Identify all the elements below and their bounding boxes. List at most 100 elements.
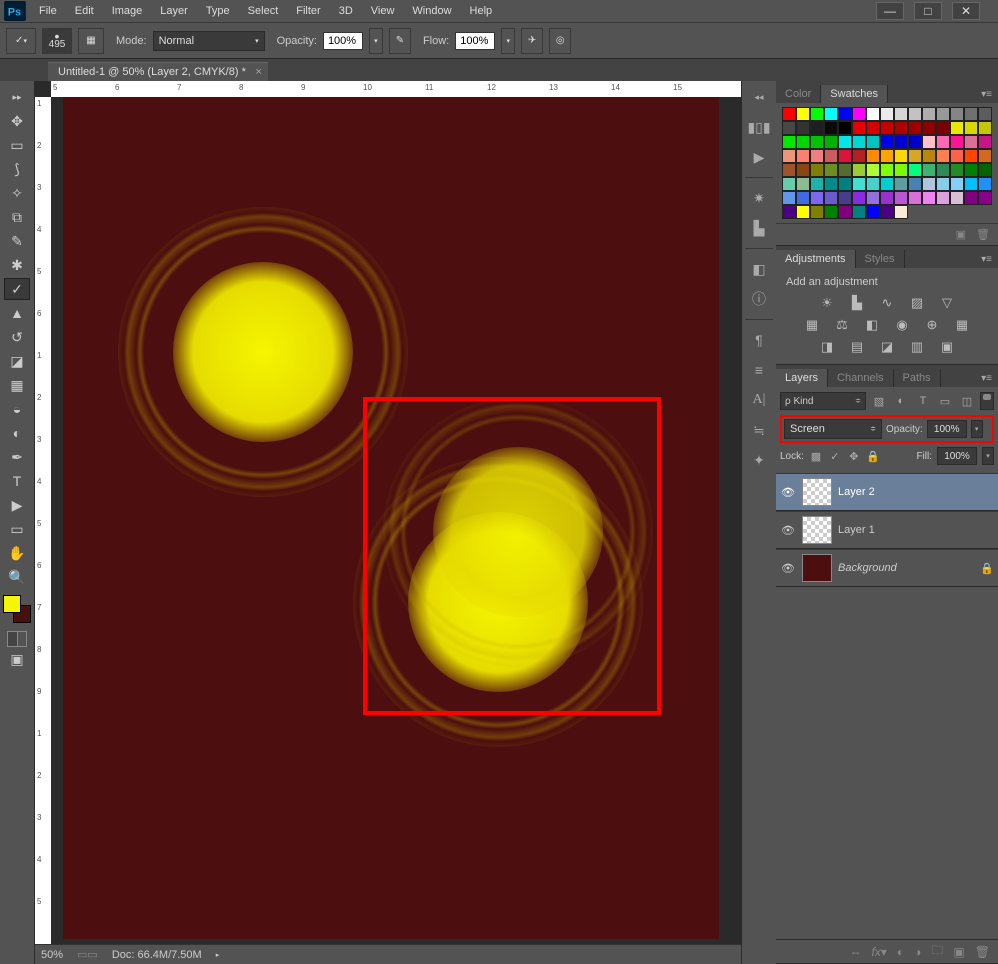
layer-fx-icon[interactable]: fx▾ bbox=[872, 945, 887, 959]
navigator-icon[interactable]: ▭▭ bbox=[77, 948, 98, 961]
swatch[interactable] bbox=[796, 205, 810, 219]
menu-3d[interactable]: 3D bbox=[330, 2, 362, 20]
bw-icon[interactable]: ◧ bbox=[862, 316, 882, 334]
swatch[interactable] bbox=[964, 121, 978, 135]
tablet-pressure-icon[interactable]: ◎ bbox=[549, 28, 571, 54]
window-maximize-button[interactable]: □ bbox=[914, 2, 942, 20]
swatch[interactable] bbox=[936, 135, 950, 149]
brush-panel-toggle[interactable]: ▦ bbox=[78, 28, 104, 54]
paragraph-panel-icon[interactable]: ¶ bbox=[747, 330, 771, 350]
eyedropper-tool[interactable]: ✎ bbox=[4, 230, 30, 252]
invert-icon[interactable]: ◨ bbox=[817, 338, 837, 356]
swatch[interactable] bbox=[894, 149, 908, 163]
canvas-viewport[interactable] bbox=[51, 97, 741, 944]
swatch[interactable] bbox=[852, 191, 866, 205]
foreground-color-chip[interactable] bbox=[3, 595, 21, 613]
delete-swatch-icon[interactable]: 🗑 bbox=[976, 228, 990, 241]
character-styles-icon[interactable]: ≡ bbox=[747, 360, 771, 380]
swatch[interactable] bbox=[880, 121, 894, 135]
swatch[interactable] bbox=[978, 121, 992, 135]
opacity-pressure-icon[interactable]: ✎ bbox=[389, 28, 411, 54]
new-swatch-icon[interactable]: ▣ bbox=[956, 228, 966, 241]
filter-type-icon[interactable]: T bbox=[914, 392, 932, 410]
swatch[interactable] bbox=[782, 149, 796, 163]
clone-stamp-tool[interactable]: ▲ bbox=[4, 302, 30, 324]
filter-toggle[interactable] bbox=[980, 392, 994, 410]
tab-adjustments[interactable]: Adjustments bbox=[776, 250, 856, 268]
swatch[interactable] bbox=[866, 177, 880, 191]
new-layer-icon[interactable]: ▣ bbox=[953, 945, 964, 959]
swatch[interactable] bbox=[866, 107, 880, 121]
swatch[interactable] bbox=[950, 107, 964, 121]
threshold-icon[interactable]: ◪ bbox=[877, 338, 897, 356]
visibility-eye-icon[interactable]: 👁 bbox=[780, 484, 796, 500]
close-tab-icon[interactable]: × bbox=[255, 66, 261, 78]
levels-icon[interactable]: ▙ bbox=[847, 294, 867, 312]
swatch[interactable] bbox=[880, 107, 894, 121]
info-panel-icon[interactable]: ⓘ bbox=[747, 289, 771, 309]
blend-mode-select[interactable]: Normal▾ bbox=[153, 31, 265, 51]
menu-filter[interactable]: Filter bbox=[287, 2, 329, 20]
measurement-panel-icon[interactable]: ▙ bbox=[747, 218, 771, 238]
swatch[interactable] bbox=[922, 163, 936, 177]
swatch[interactable] bbox=[838, 163, 852, 177]
swatch[interactable] bbox=[908, 121, 922, 135]
tab-color[interactable]: Color bbox=[776, 85, 821, 103]
swatch[interactable] bbox=[866, 135, 880, 149]
healing-brush-tool[interactable]: ✱ bbox=[4, 254, 30, 276]
brush-tool[interactable]: ✓ bbox=[4, 278, 30, 300]
swatch[interactable] bbox=[978, 191, 992, 205]
swatch[interactable] bbox=[796, 191, 810, 205]
swatch[interactable] bbox=[852, 135, 866, 149]
swatch[interactable] bbox=[978, 177, 992, 191]
swatch[interactable] bbox=[838, 135, 852, 149]
swatch[interactable] bbox=[950, 163, 964, 177]
swatch[interactable] bbox=[922, 191, 936, 205]
histogram-panel-icon[interactable]: ▮▯▮ bbox=[747, 117, 771, 137]
lock-pixels-icon[interactable]: ✓ bbox=[828, 449, 842, 463]
swatch[interactable] bbox=[810, 149, 824, 163]
layer-name-label[interactable]: Layer 2 bbox=[838, 486, 875, 498]
brush-preset-picker[interactable]: • 495 bbox=[42, 28, 72, 54]
artboard[interactable] bbox=[63, 97, 719, 939]
layer-item[interactable]: 👁Layer 1 bbox=[776, 511, 998, 549]
layer-thumbnail[interactable] bbox=[802, 516, 832, 544]
tab-layers[interactable]: Layers bbox=[776, 369, 828, 387]
move-tool[interactable]: ✥ bbox=[4, 110, 30, 132]
color-balance-icon[interactable]: ⚖ bbox=[832, 316, 852, 334]
airbrush-icon[interactable]: ✈ bbox=[521, 28, 543, 54]
swatch[interactable] bbox=[796, 107, 810, 121]
swatch[interactable] bbox=[796, 121, 810, 135]
eraser-tool[interactable]: ◪ bbox=[4, 350, 30, 372]
swatch[interactable] bbox=[908, 163, 922, 177]
swatch[interactable] bbox=[838, 121, 852, 135]
menu-file[interactable]: File bbox=[30, 2, 66, 20]
lasso-tool[interactable]: ⟆ bbox=[4, 158, 30, 180]
menu-edit[interactable]: Edit bbox=[66, 2, 103, 20]
swatch[interactable] bbox=[810, 205, 824, 219]
swatch[interactable] bbox=[782, 121, 796, 135]
layers-menu-icon[interactable]: ▾≡ bbox=[975, 370, 998, 387]
swatch[interactable] bbox=[782, 135, 796, 149]
layer-blend-mode-select[interactable]: Screen≑ bbox=[784, 419, 882, 439]
swatch[interactable] bbox=[852, 149, 866, 163]
swatch[interactable] bbox=[824, 191, 838, 205]
swatch[interactable] bbox=[866, 121, 880, 135]
flow-dropdown[interactable]: ▾ bbox=[501, 28, 515, 54]
layer-item[interactable]: 👁 Layer 2 bbox=[776, 473, 998, 511]
swatches-menu-icon[interactable]: ▾≡ bbox=[975, 86, 998, 103]
vibrance-icon[interactable]: ▽ bbox=[937, 294, 957, 312]
pen-tool[interactable]: ✒ bbox=[4, 446, 30, 468]
lock-position-icon[interactable]: ✥ bbox=[847, 449, 861, 463]
layer-filter-kind[interactable]: ρ Kind≑ bbox=[780, 392, 866, 410]
menu-type[interactable]: Type bbox=[197, 2, 239, 20]
swatch[interactable] bbox=[810, 163, 824, 177]
visibility-eye-icon[interactable]: 👁 bbox=[780, 560, 796, 576]
doc-info-dropdown[interactable]: ▸ bbox=[216, 951, 220, 959]
swatch[interactable] bbox=[964, 163, 978, 177]
opacity-dropdown[interactable]: ▾ bbox=[369, 28, 383, 54]
swatch[interactable] bbox=[894, 107, 908, 121]
paragraph-styles-icon[interactable]: ≒ bbox=[747, 420, 771, 440]
opacity-field[interactable]: 100% bbox=[323, 32, 363, 50]
new-fill-adjust-icon[interactable]: ◑ bbox=[914, 945, 921, 959]
